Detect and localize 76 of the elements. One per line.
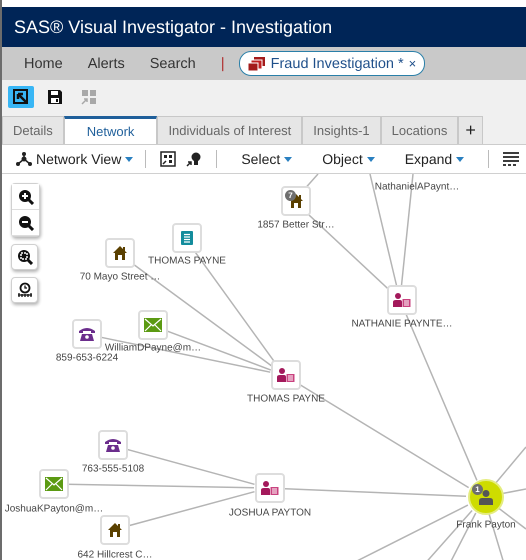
zoom-fit-icon <box>16 249 32 265</box>
node-label: Frank Payton <box>456 520 516 530</box>
timeline-button[interactable] <box>11 277 38 303</box>
save-icon <box>47 88 63 104</box>
caret-icon <box>284 156 292 162</box>
nav-link[interactable]: Alerts <box>88 56 125 72</box>
node-label: THOMAS PAYNE <box>148 256 226 266</box>
node-label: 70 Mayo Street … <box>80 272 160 282</box>
person-icon <box>478 489 494 505</box>
window-title: SAS® Visual Investigator - Investigation <box>14 16 332 38</box>
node-label: THOMAS PAYNE <box>247 394 325 404</box>
node-label: NATHANIE PAYNTE… <box>351 318 453 330</box>
person-card-icon <box>277 367 295 383</box>
entity-node[interactable] <box>100 515 130 545</box>
investigation-tab[interactable]: Fraud Investigation * × <box>238 51 426 76</box>
zoom-in-icon <box>18 188 34 204</box>
grid-icon <box>81 88 97 104</box>
entity-node[interactable] <box>39 469 69 499</box>
select-icon <box>12 88 30 106</box>
list-menu-button[interactable] <box>501 152 522 166</box>
node-label: NathanielAPaynt… <box>374 182 460 192</box>
entity-node[interactable] <box>271 360 301 390</box>
select-tool-button[interactable] <box>8 86 34 108</box>
caret-icon <box>456 156 464 162</box>
entity-node[interactable] <box>281 186 311 216</box>
tab[interactable]: Individuals of Interest <box>157 116 302 144</box>
person-card-icon <box>261 480 279 496</box>
envelope-icon <box>45 477 63 491</box>
network-icon <box>16 152 32 166</box>
entity-node[interactable] <box>172 223 202 253</box>
entity-node[interactable] <box>387 285 417 315</box>
person-node[interactable] <box>468 479 504 515</box>
node-label: 642 Hillcrest C… <box>77 550 153 560</box>
entity-node[interactable] <box>138 310 168 340</box>
envelope-icon <box>144 318 162 332</box>
connector-line <box>495 446 526 484</box>
add-tab-button[interactable]: + <box>458 116 483 144</box>
document-icon <box>179 230 195 246</box>
tab[interactable]: Details <box>2 116 64 144</box>
zoom-out-icon <box>18 214 34 230</box>
entity-node[interactable] <box>72 319 102 349</box>
node-label: 763-555-5108 <box>82 464 144 474</box>
layout-button[interactable] <box>158 151 178 167</box>
node-label: JoshuaKPayton@m… <box>4 504 104 514</box>
tab[interactable]: Locations <box>380 116 458 144</box>
entity-node[interactable] <box>98 430 128 460</box>
phone-icon <box>104 437 122 453</box>
clock-icon <box>16 282 32 298</box>
house-icon <box>112 245 128 261</box>
node-label: JOSHUA PAYTON <box>228 508 312 518</box>
node-label: 1857 Better Str… <box>257 220 335 230</box>
nav-link[interactable]: Home <box>24 56 63 72</box>
investigation-tab-label: Fraud Investigation * <box>270 56 404 72</box>
node-label: WilliamDPayne@m… <box>104 342 202 354</box>
person-card-icon <box>393 292 411 308</box>
dropdown-menu[interactable]: Select <box>241 151 292 167</box>
zoom-in-button[interactable] <box>12 184 39 210</box>
network-view-menu[interactable]: Network View <box>16 151 134 167</box>
entity-node[interactable] <box>105 238 135 268</box>
nav-separator: | <box>220 55 225 72</box>
zoom-out-button[interactable] <box>12 210 39 236</box>
nav-link[interactable]: Search <box>150 56 196 72</box>
tab[interactable]: Network <box>64 116 158 144</box>
close-icon[interactable]: × <box>408 56 416 71</box>
entity-node[interactable] <box>255 473 285 503</box>
dropdown-menu[interactable]: Expand <box>404 151 464 167</box>
dropdown-menu[interactable]: Object <box>322 151 375 167</box>
caret-icon <box>366 156 375 162</box>
phone-icon <box>78 326 96 342</box>
tab[interactable]: Insights-1 <box>302 116 381 144</box>
node-label: 859-653-6224 <box>56 352 118 364</box>
zoom-fit-button[interactable] <box>11 244 38 270</box>
connector-line <box>502 488 526 494</box>
house-icon <box>107 522 123 538</box>
folders-icon <box>248 56 266 72</box>
caret-icon <box>125 156 134 162</box>
